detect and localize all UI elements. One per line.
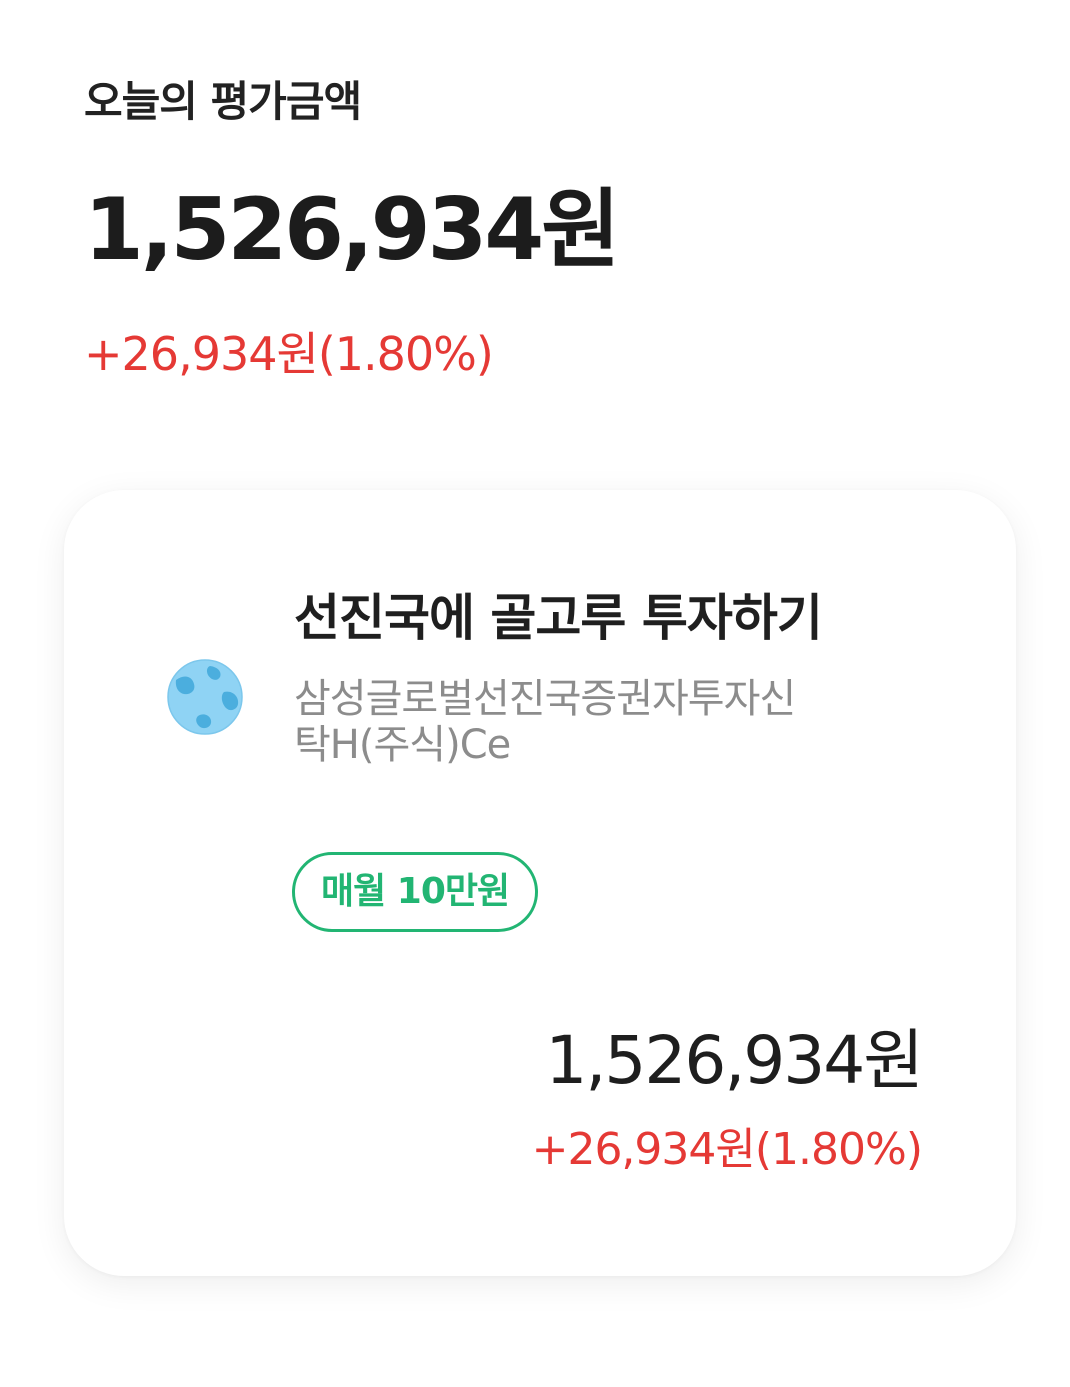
globe-icon: [167, 659, 243, 735]
fund-name-line-1: 삼성글로벌선진국증권자투자신: [294, 676, 796, 722]
summary-amount: 1,526,934원: [84, 180, 620, 280]
fund-card[interactable]: 선진국에 골고루 투자하기 삼성글로벌선진국증권자투자신 탁H(주식)Ce 매월…: [64, 490, 1016, 1276]
fund-change: +26,934원(1.80%): [531, 1124, 923, 1175]
fund-name-line-2: 탁H(주식)Ce: [294, 722, 511, 768]
summary-change: +26,934원(1.80%): [84, 327, 494, 381]
fund-amount: 1,526,934원: [545, 1022, 924, 1099]
fund-name: 삼성글로벌선진국증권자투자신 탁H(주식)Ce: [294, 676, 934, 768]
summary-label: 오늘의 평가금액: [84, 77, 362, 126]
monthly-plan-badge: 매월 10만원: [292, 852, 539, 932]
fund-title: 선진국에 골고루 투자하기: [294, 589, 823, 647]
evaluation-summary: 오늘의 평가금액 1,526,934원 +26,934원(1.80%): [84, 72, 620, 381]
